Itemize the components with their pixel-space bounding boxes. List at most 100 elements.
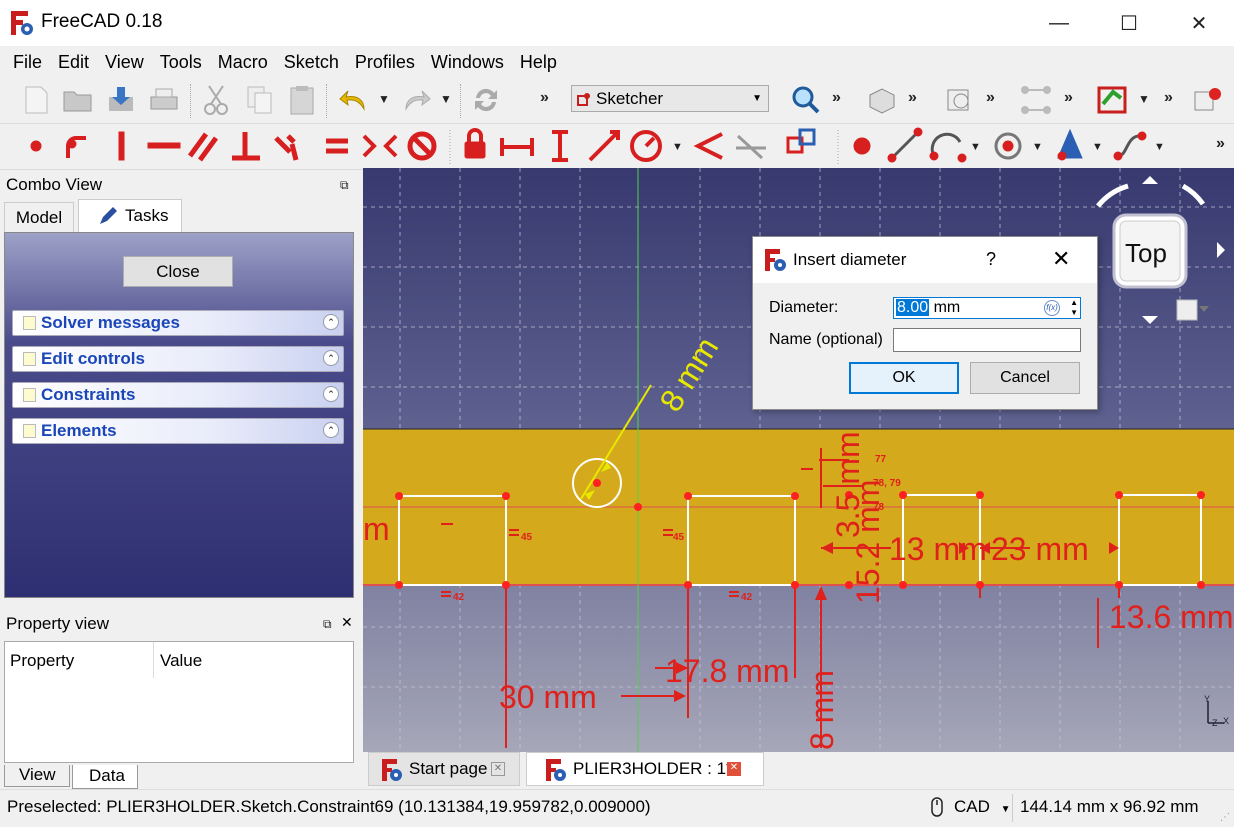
redo-icon[interactable] bbox=[398, 82, 434, 118]
dimension-label[interactable]: 17.8 mm bbox=[665, 653, 789, 689]
expression-icon[interactable]: f(x) bbox=[1044, 300, 1060, 316]
combo-view-title: Combo View bbox=[6, 175, 103, 194]
collapse-icon[interactable]: ⌃ bbox=[323, 386, 339, 402]
redo-dropdown-icon[interactable]: ▼ bbox=[440, 92, 452, 106]
section-icon bbox=[23, 316, 36, 330]
dimension-label[interactable]: 30 mm bbox=[499, 679, 597, 715]
sketch-nodes-icon[interactable] bbox=[1018, 82, 1054, 118]
menu-windows[interactable]: Windows bbox=[423, 46, 512, 78]
diameter-dimension-label[interactable]: 8 mm bbox=[652, 331, 725, 418]
navigation-style[interactable]: CAD ▼ bbox=[954, 797, 1011, 817]
column-header-property[interactable]: Property bbox=[10, 651, 74, 671]
leave-sketch-icon[interactable] bbox=[1094, 82, 1130, 118]
menu-macro[interactable]: Macro bbox=[210, 46, 276, 78]
toolbar-more-3[interactable]: » bbox=[908, 89, 917, 107]
toolbar-more-4[interactable]: » bbox=[986, 89, 995, 107]
constraint-label: 42 bbox=[453, 592, 465, 603]
minimize-button[interactable]: — bbox=[1024, 0, 1094, 46]
workbench-selector[interactable]: Sketcher ▼ bbox=[571, 85, 769, 112]
save-icon[interactable] bbox=[103, 82, 139, 118]
zoom-magnifier-icon[interactable] bbox=[788, 82, 824, 118]
tab-tasks[interactable]: Tasks bbox=[78, 199, 182, 233]
dimension-label[interactable]: 13 mm bbox=[889, 531, 987, 567]
menu-edit[interactable]: Edit bbox=[50, 46, 97, 78]
ok-button[interactable]: OK bbox=[849, 362, 959, 394]
toolbar-more-2[interactable]: » bbox=[832, 89, 841, 107]
open-folder-icon[interactable] bbox=[60, 82, 96, 118]
diameter-input[interactable]: 8.00 mm f(x) ▲ ▼ bbox=[893, 297, 1081, 319]
property-view-title: Property view bbox=[6, 614, 109, 633]
cut-icon[interactable] bbox=[198, 82, 234, 118]
collapse-icon[interactable]: ⌃ bbox=[323, 314, 339, 330]
dialog-title: Insert diameter bbox=[793, 250, 907, 269]
cancel-button[interactable]: Cancel bbox=[970, 362, 1080, 394]
tab-data[interactable]: Data bbox=[72, 765, 138, 789]
collapse-icon[interactable]: ⌃ bbox=[323, 422, 339, 438]
paste-icon[interactable] bbox=[284, 82, 320, 118]
toolbar-more-1[interactable]: » bbox=[540, 89, 549, 107]
constraint-label: 77 bbox=[875, 454, 887, 465]
part-box-icon[interactable] bbox=[864, 82, 900, 118]
refresh-icon[interactable] bbox=[468, 82, 504, 118]
tab-plier3holder[interactable]: PLIER3HOLDER : 1* ✕ bbox=[526, 752, 764, 786]
close-window-button[interactable]: ✕ bbox=[1164, 0, 1234, 46]
name-input[interactable] bbox=[893, 328, 1081, 352]
undo-dropdown-icon[interactable]: ▼ bbox=[378, 92, 390, 106]
macro-record-icon[interactable] bbox=[1190, 82, 1226, 118]
maximize-button[interactable]: ☐ bbox=[1094, 0, 1164, 46]
menu-file[interactable]: File bbox=[5, 46, 50, 78]
dimension-label[interactable]: m bbox=[363, 511, 390, 547]
copy-icon[interactable] bbox=[242, 82, 278, 118]
close-tab-icon[interactable]: ✕ bbox=[727, 762, 741, 776]
section-label: Constraints bbox=[41, 385, 136, 404]
column-header-value[interactable]: Value bbox=[160, 651, 202, 671]
section-edit-controls[interactable]: Edit controls ⌃ bbox=[12, 346, 344, 372]
menu-tools[interactable]: Tools bbox=[152, 46, 210, 78]
menu-profiles[interactable]: Profiles bbox=[347, 46, 423, 78]
dialog-help-button[interactable]: ? bbox=[986, 249, 996, 270]
spin-arrows-icon[interactable]: ▲ ▼ bbox=[1070, 298, 1078, 318]
section-solver-messages[interactable]: Solver messages ⌃ bbox=[12, 310, 344, 336]
new-document-icon[interactable] bbox=[18, 82, 54, 118]
tab-view[interactable]: View bbox=[4, 765, 70, 787]
navigation-cube[interactable]: Top bbox=[1096, 176, 1225, 324]
constraint-label: 45 bbox=[521, 532, 533, 543]
view-sketch-icon[interactable] bbox=[941, 82, 977, 118]
tab-start-page[interactable]: Start page ✕ bbox=[368, 752, 520, 786]
workbench-name: Sketcher bbox=[596, 89, 664, 108]
resize-grip-icon[interactable]: ⋰ bbox=[1220, 812, 1230, 823]
collapse-icon[interactable]: ⌃ bbox=[323, 350, 339, 366]
print-icon[interactable] bbox=[146, 82, 182, 118]
preselection-status: Preselected: PLIER3HOLDER.Sketch.Constra… bbox=[7, 797, 651, 816]
section-elements[interactable]: Elements ⌃ bbox=[12, 418, 344, 444]
column-divider bbox=[153, 642, 154, 678]
menu-bar: File Edit View Tools Macro Sketch Profil… bbox=[0, 46, 1234, 78]
dimension-label[interactable]: 8 mm bbox=[804, 670, 840, 750]
float-panel-icon[interactable]: ⧉ bbox=[323, 617, 332, 632]
menu-sketch[interactable]: Sketch bbox=[276, 46, 347, 78]
svg-text:▼: ▼ bbox=[672, 141, 683, 153]
close-panel-icon[interactable]: ✕ bbox=[341, 614, 353, 631]
close-tab-icon[interactable]: ✕ bbox=[491, 762, 505, 776]
dimension-label[interactable]: 15.2 mm bbox=[850, 480, 886, 604]
menu-help[interactable]: Help bbox=[512, 46, 565, 78]
dialog-close-button[interactable]: ✕ bbox=[1052, 246, 1070, 272]
section-constraints[interactable]: Constraints ⌃ bbox=[12, 382, 344, 408]
undo-icon[interactable] bbox=[336, 82, 372, 118]
close-sketch-button[interactable]: Close bbox=[123, 256, 233, 287]
dimension-label[interactable]: 13.6 mm bbox=[1109, 599, 1233, 635]
toolbar-more-7[interactable]: » bbox=[1216, 135, 1225, 153]
tab-model[interactable]: Model bbox=[4, 202, 74, 232]
freecad-logo-icon bbox=[765, 249, 786, 271]
toolbar-more-6[interactable]: » bbox=[1164, 89, 1173, 107]
nav-cube-face[interactable]: Top bbox=[1125, 238, 1167, 268]
tab-tasks-label: Tasks bbox=[125, 206, 169, 225]
toolbar-more-5[interactable]: » bbox=[1064, 89, 1073, 107]
sketch-dropdown-icon[interactable]: ▼ bbox=[1138, 92, 1150, 106]
section-label: Elements bbox=[41, 421, 117, 440]
dimension-label[interactable]: 23 mm bbox=[991, 531, 1089, 567]
status-divider bbox=[1012, 794, 1013, 822]
constraint-label: 45 bbox=[673, 532, 685, 543]
menu-view[interactable]: View bbox=[97, 46, 152, 78]
float-panel-icon[interactable]: ⧉ bbox=[340, 178, 349, 193]
